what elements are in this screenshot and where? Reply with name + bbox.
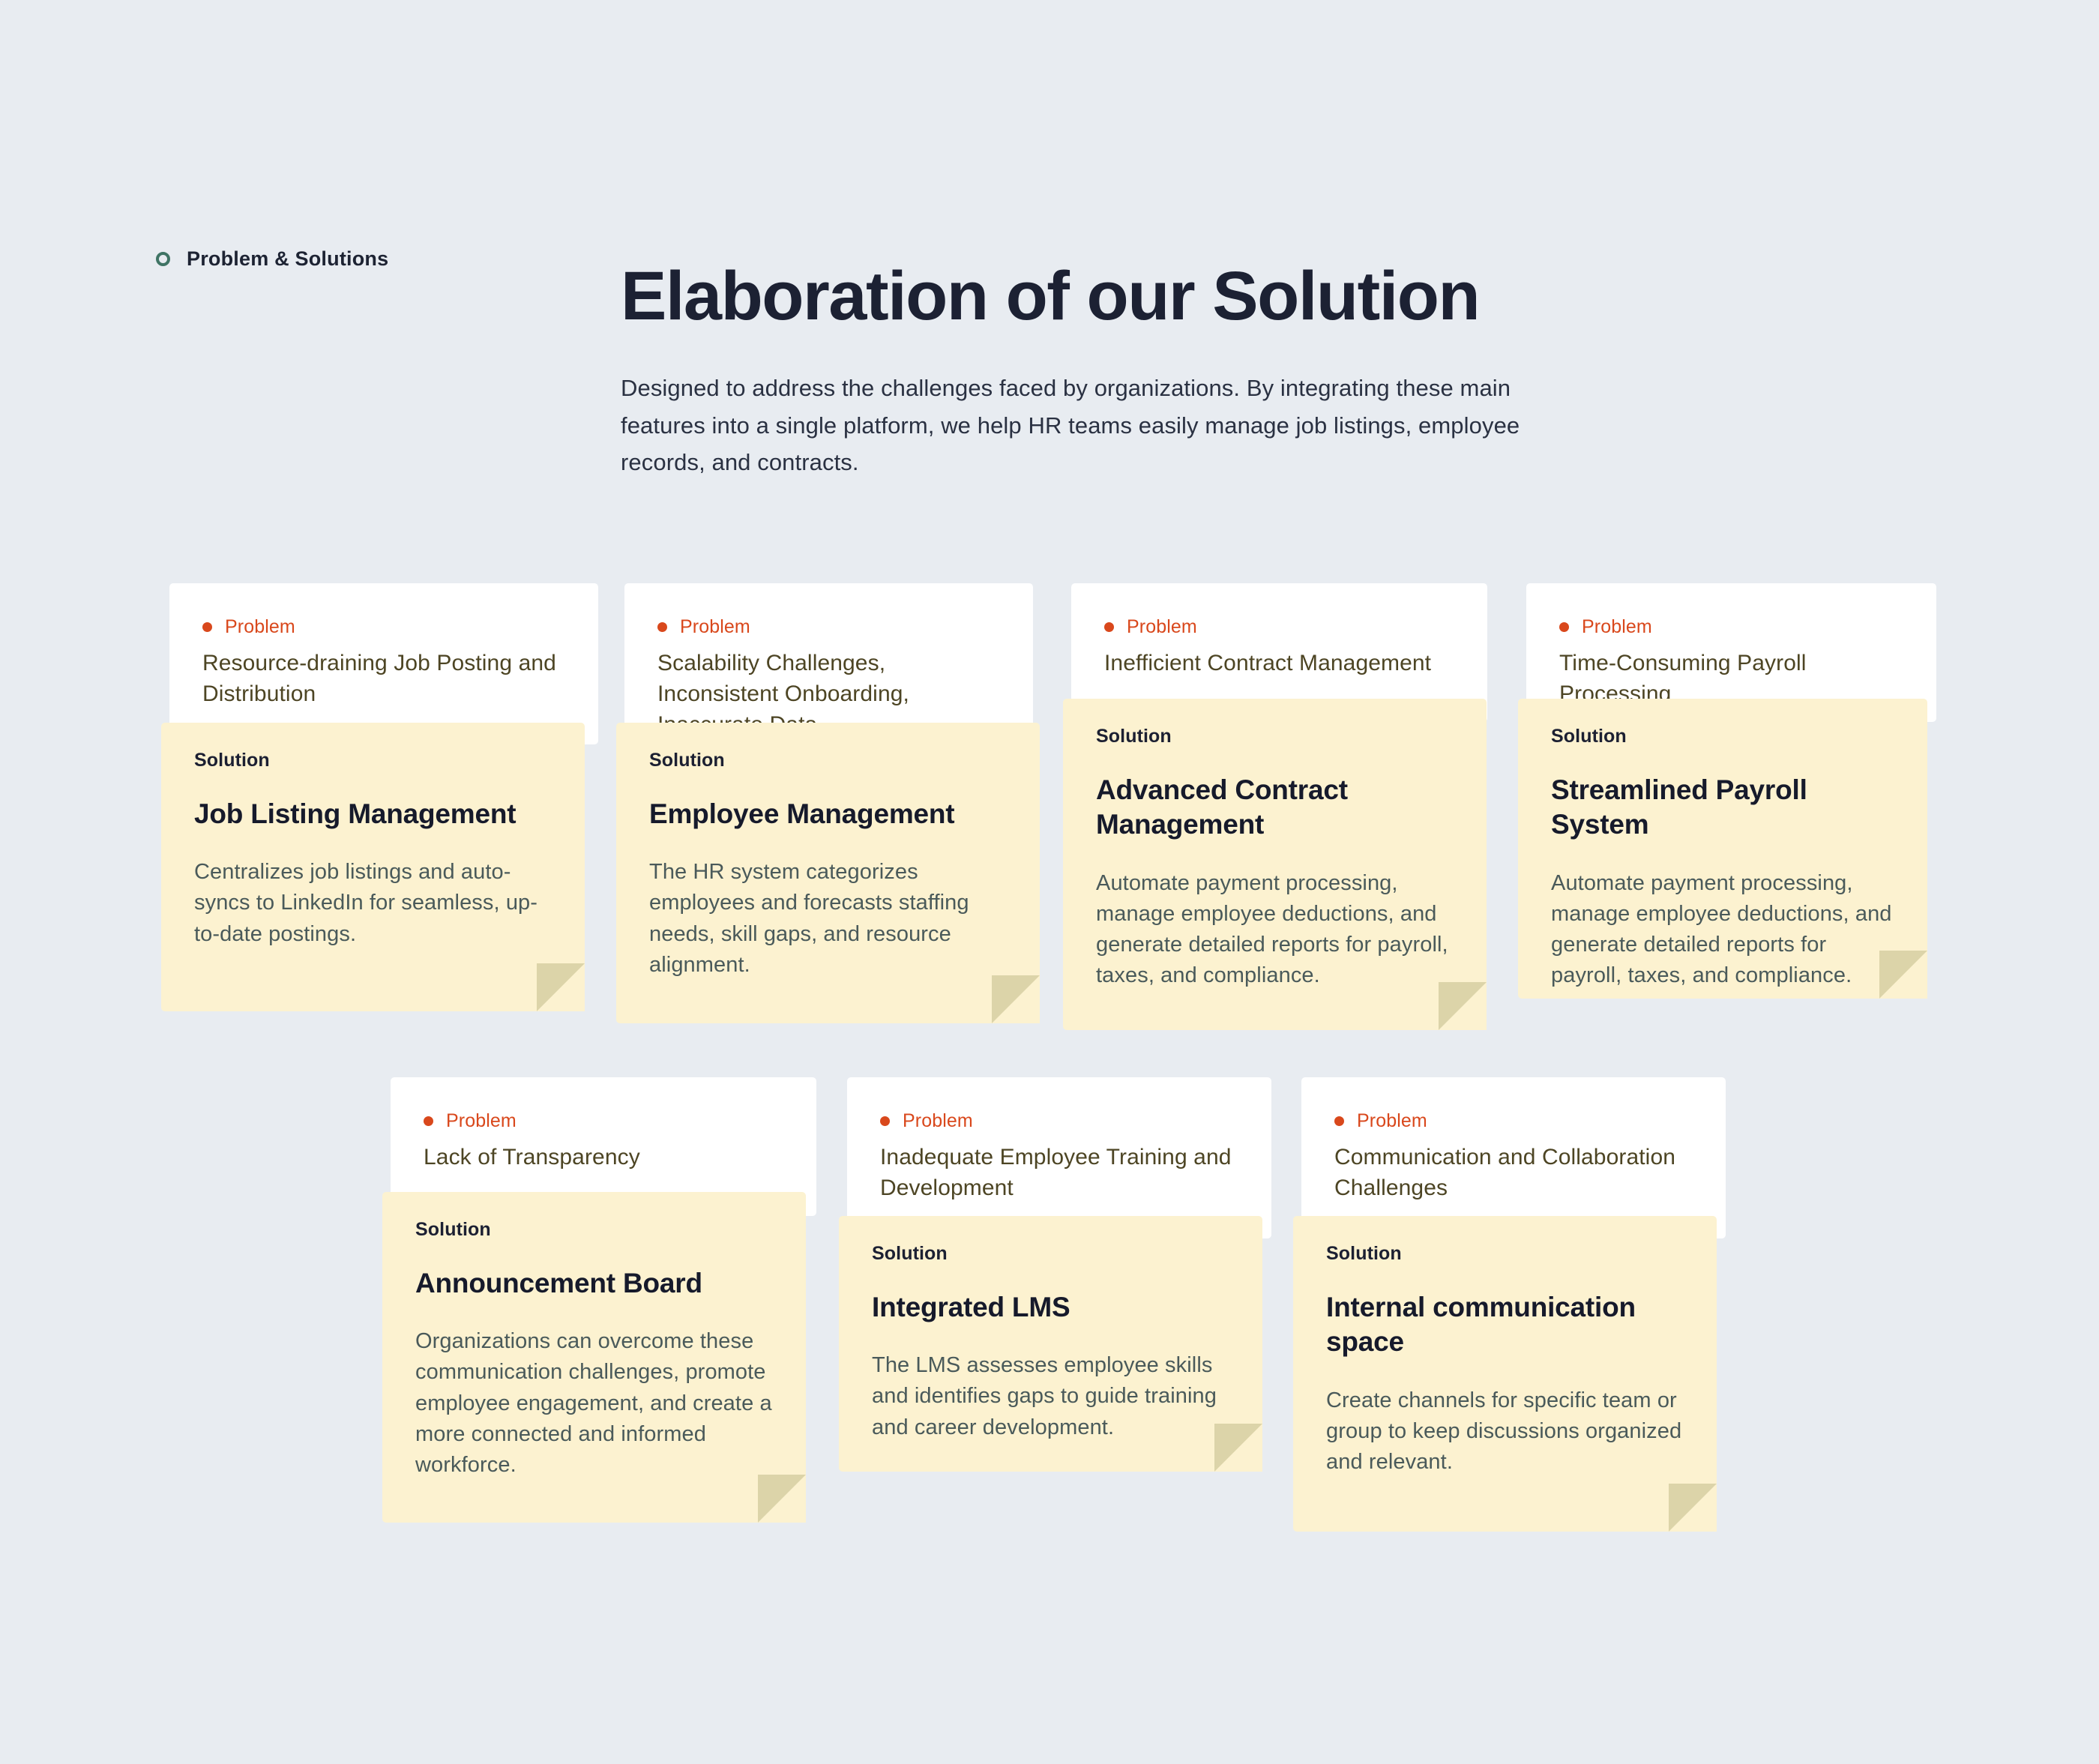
problem-header: Problem [1104, 616, 1454, 638]
solution-body: The HR system categorizes employees and … [649, 860, 969, 977]
problem-text: Resource-draining Job Posting and Distri… [202, 651, 556, 706]
problem-dot-icon [1104, 622, 1114, 632]
eyebrow-label: Problem & Solutions [187, 247, 389, 270]
problem-header: Problem [1559, 616, 1903, 638]
solution-title: Announcement Board [415, 1268, 702, 1298]
problem-header: Problem [880, 1110, 1238, 1132]
solution-title: Employee Management [649, 798, 955, 829]
solution-panel: Solution Internal communication space Cr… [1293, 1216, 1717, 1532]
slide-canvas: Problem & Solutions Elaboration of our S… [0, 0, 2099, 1764]
solution-panel: Solution Streamlined Payroll System Auto… [1518, 699, 1927, 999]
problem-dot-icon [202, 622, 212, 632]
solution-title: Advanced Contract Management [1096, 774, 1348, 840]
solution-body: Automate payment processing, manage empl… [1551, 870, 1892, 988]
solution-tag: Solution [649, 750, 725, 771]
section-eyebrow: Problem & Solutions [156, 247, 388, 271]
problem-header: Problem [424, 1110, 783, 1132]
folded-corner-icon [1669, 1484, 1717, 1532]
problem-text: Inadequate Employee Training and Develop… [880, 1145, 1232, 1200]
solution-panel: Solution Announcement Board Organization… [382, 1192, 806, 1523]
solution-tag: Solution [194, 750, 270, 771]
problem-dot-icon [424, 1116, 433, 1126]
problem-dot-icon [1334, 1116, 1344, 1126]
problem-panel: Problem Inadequate Employee Training and… [847, 1077, 1271, 1238]
solution-panel: Solution Job Listing Management Centrali… [161, 723, 585, 1011]
solution-panel: Solution Integrated LMS The LMS assesses… [839, 1216, 1262, 1472]
folded-corner-icon [758, 1475, 806, 1523]
problem-header: Problem [1334, 1110, 1693, 1132]
problem-dot-icon [1559, 622, 1569, 632]
problem-text: Inefficient Contract Management [1104, 651, 1432, 675]
solution-title: Internal communication space [1326, 1292, 1636, 1358]
solution-body: Organizations can overcome these communi… [415, 1329, 772, 1477]
problem-tag: Problem [1357, 1110, 1427, 1131]
page-subtitle: Designed to address the challenges faced… [621, 375, 1520, 476]
problem-panel: Problem Scalability Challenges, Inconsis… [624, 583, 1033, 744]
ring-bullet-icon [156, 252, 170, 266]
solution-tag: Solution [1096, 726, 1172, 747]
solution-tag: Solution [1326, 1243, 1402, 1264]
folded-corner-icon [1214, 1424, 1262, 1472]
problem-dot-icon [657, 622, 667, 632]
problem-text: Communication and Collaboration Challeng… [1334, 1145, 1676, 1200]
solution-body: The LMS assesses employee skills and ide… [872, 1353, 1217, 1439]
solution-panel: Solution Employee Management The HR syst… [616, 723, 1040, 1023]
solution-body: Automate payment processing, manage empl… [1096, 870, 1448, 988]
problem-tag: Problem [680, 616, 750, 637]
problem-header: Problem [202, 616, 565, 638]
problem-header: Problem [657, 616, 1000, 638]
folded-corner-icon [1439, 982, 1487, 1030]
page-title: Elaboration of our Solution [621, 257, 1481, 334]
problem-dot-icon [880, 1116, 890, 1126]
solution-tag: Solution [415, 1219, 491, 1240]
folded-corner-icon [1879, 951, 1927, 999]
problem-panel: Problem Resource-draining Job Posting an… [169, 583, 598, 744]
problem-text: Lack of Transparency [424, 1145, 640, 1170]
solution-title: Job Listing Management [194, 798, 517, 829]
problem-tag: Problem [903, 1110, 973, 1131]
problem-tag: Problem [1582, 616, 1652, 637]
problem-panel: Problem Communication and Collaboration … [1301, 1077, 1726, 1238]
solution-tag: Solution [1551, 726, 1627, 747]
folded-corner-icon [537, 963, 585, 1011]
problem-tag: Problem [446, 1110, 517, 1131]
solution-body: Centralizes job listings and auto-syncs … [194, 860, 538, 946]
solution-panel: Solution Advanced Contract Management Au… [1063, 699, 1487, 1030]
solution-title: Integrated LMS [872, 1292, 1070, 1322]
problem-tag: Problem [1127, 616, 1197, 637]
solution-body: Create channels for specific team or gro… [1326, 1388, 1682, 1474]
problem-tag: Problem [225, 616, 295, 637]
solution-title: Streamlined Payroll System [1551, 774, 1807, 840]
folded-corner-icon [992, 975, 1040, 1023]
solution-tag: Solution [872, 1243, 948, 1264]
